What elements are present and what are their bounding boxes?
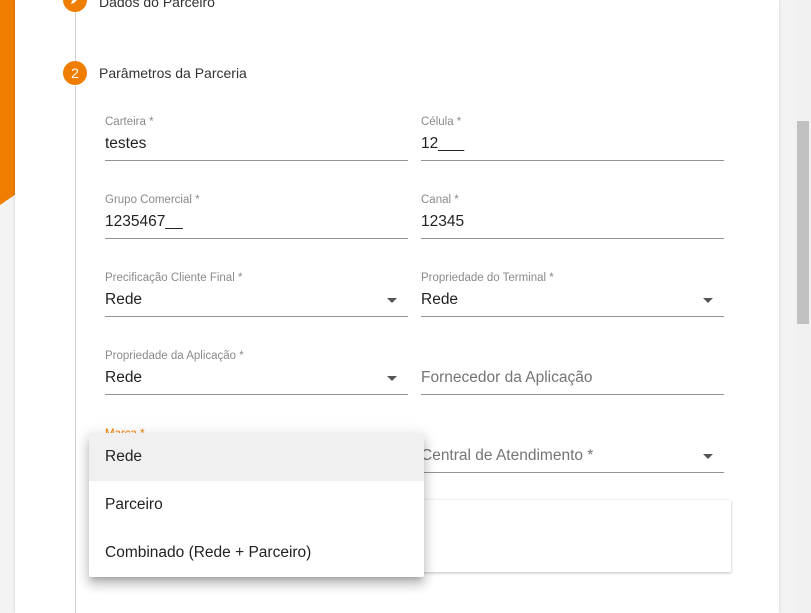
celula-input[interactable]: 12___ [421, 135, 464, 153]
carteira-input[interactable]: testes [105, 135, 146, 153]
scrollbar-thumb[interactable] [797, 121, 809, 324]
grupo-comercial-label: Grupo Comercial * [105, 194, 200, 206]
propriedade-aplicacao-value[interactable]: Rede [105, 369, 142, 387]
propriedade-aplicacao-label: Propriedade da Aplicação * [105, 350, 244, 362]
grupo-comercial-underline [105, 238, 408, 239]
chevron-down-icon[interactable] [703, 454, 713, 459]
propriedade-terminal-label: Propriedade do Terminal * [421, 272, 554, 284]
step-1-pencil-icon[interactable] [63, 0, 87, 12]
step-1-label[interactable]: Dados do Parceiro [99, 0, 215, 10]
propriedade-aplicacao-select[interactable]: Propriedade da Aplicação * Rede [105, 350, 408, 396]
precificacao-underline [105, 316, 408, 317]
carteira-label: Carteira * [105, 116, 154, 128]
grupo-comercial-field[interactable]: Grupo Comercial * 1235467__ [105, 194, 408, 240]
celula-field[interactable]: Célula * 12___ [421, 116, 724, 162]
canal-input[interactable]: 12345 [421, 213, 464, 231]
dropdown-option-rede[interactable]: Rede [89, 433, 424, 481]
grupo-comercial-input[interactable]: 1235467__ [105, 213, 183, 231]
propriedade-aplicacao-underline [105, 394, 408, 395]
chevron-down-icon[interactable] [387, 376, 397, 381]
canal-label: Canal * [421, 194, 459, 206]
precificacao-label: Precificação Cliente Final * [105, 272, 243, 284]
stepper-line [75, 86, 76, 613]
propriedade-terminal-underline [421, 316, 724, 317]
content-panel [421, 500, 731, 572]
carteira-field[interactable]: Carteira * testes [105, 116, 408, 162]
central-atendimento-underline [421, 472, 724, 473]
central-atendimento-select[interactable]: Central de Atendimento * [421, 428, 724, 474]
carteira-underline [105, 160, 408, 161]
dropdown-option-combinado[interactable]: Combinado (Rede + Parceiro) [89, 529, 424, 577]
central-atendimento-placeholder[interactable]: Central de Atendimento * [421, 447, 593, 465]
marca-dropdown-menu[interactable]: Rede Parceiro Combinado (Rede + Parceiro… [89, 433, 424, 577]
celula-underline [421, 160, 724, 161]
propriedade-terminal-select[interactable]: Propriedade do Terminal * Rede [421, 272, 724, 318]
precificacao-value[interactable]: Rede [105, 291, 142, 309]
step-2-number[interactable]: 2 [63, 61, 87, 85]
propriedade-terminal-value[interactable]: Rede [421, 291, 458, 309]
accent-strip [0, 0, 15, 205]
fornecedor-aplicacao-input[interactable]: Fornecedor da Aplicação [421, 369, 592, 387]
canal-field[interactable]: Canal * 12345 [421, 194, 724, 240]
fornecedor-aplicacao-field[interactable]: Fornecedor da Aplicação [421, 350, 724, 396]
chevron-down-icon[interactable] [387, 298, 397, 303]
fornecedor-aplicacao-underline [421, 394, 724, 395]
chevron-down-icon[interactable] [703, 298, 713, 303]
step-2-label[interactable]: Parâmetros da Parceria [99, 65, 247, 81]
canal-underline [421, 238, 724, 239]
precificacao-select[interactable]: Precificação Cliente Final * Rede [105, 272, 408, 318]
celula-label: Célula * [421, 116, 462, 128]
dropdown-option-parceiro[interactable]: Parceiro [89, 481, 424, 529]
